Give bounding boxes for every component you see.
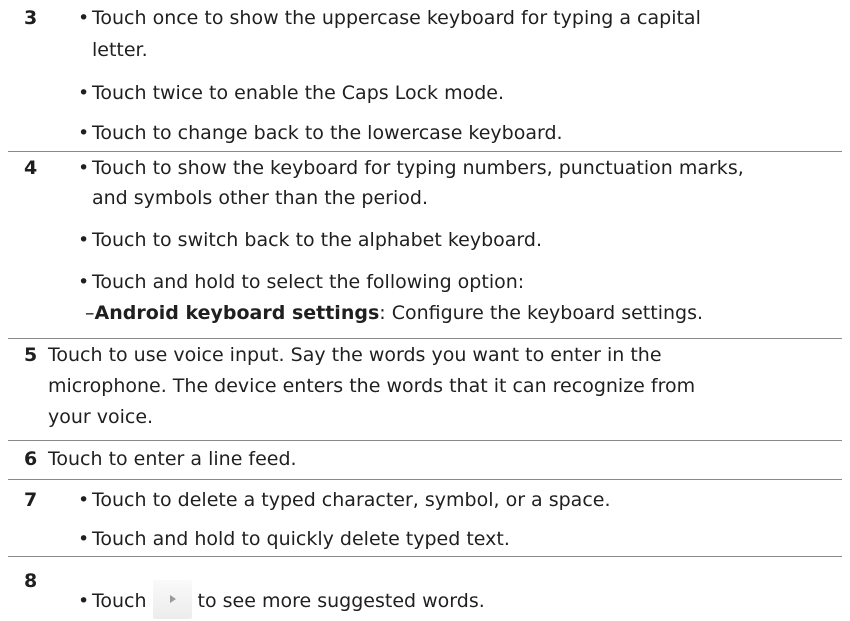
bullet-glyph: • (78, 271, 90, 293)
table-row-5: 5 Touch to use voice input. Say the word… (8, 340, 842, 441)
bullet-glyph: • (78, 489, 90, 511)
bullet-glyph: • (78, 157, 90, 179)
bullet-glyph: • (78, 528, 90, 550)
play-arrow-icon (152, 580, 192, 619)
text-line: Touch to enter a line feed. (48, 448, 297, 470)
line-text: Touch to change back to the lowercase ke… (92, 122, 563, 144)
table-row-4: 4 • Touch to show the keyboard for typing… (8, 153, 842, 339)
bullet-glyph: • (78, 7, 90, 29)
line-text: Touch to show the keyboard for typing nu… (92, 157, 744, 179)
bullet-line: • Touch once to show the uppercase keyboa… (78, 3, 834, 34)
bullet-glyph: • (78, 82, 90, 104)
line-text: Touch and hold to quickly delete typed t… (92, 528, 510, 550)
line-text: Touch to switch back to the alphabet key… (92, 229, 542, 251)
bullet-line: • Touch and hold to quickly delete typed … (78, 524, 834, 555)
sub-option-line: –Android keyboard settings: Configure th… (78, 298, 834, 329)
dash-glyph: – (85, 302, 95, 324)
bullet-line: • Touch to change back to the lowercase k… (78, 118, 834, 149)
bullet-line: • Touch twice to enable the Caps Lock mod… (78, 78, 834, 109)
bullet-glyph: • (78, 229, 90, 251)
row-number: 4 (24, 157, 38, 179)
row-number: 6 (24, 448, 38, 470)
line-text: Touch and hold to select the following o… (92, 271, 525, 293)
text-line: Touch to use voice input. Say the words … (48, 344, 662, 366)
bullet-line: • Touch and hold to select the following … (78, 267, 834, 298)
bullet-glyph: • (78, 122, 90, 144)
table-row-7: 7 • Touch to delete a typed character, sy… (8, 481, 842, 557)
bullet-line: • Touch to switch back to the alphabet ke… (78, 225, 834, 256)
line-text: Touch once to show the uppercase keyboar… (92, 7, 701, 29)
text-line: your voice. (48, 406, 154, 428)
option-label: Android keyboard settings (94, 302, 380, 324)
line-text: Touch (92, 590, 147, 612)
line-text: to see more suggested words. (197, 590, 485, 612)
row-number: 8 (24, 570, 38, 592)
bullet-line: • Touch to show the keyboard for typing n… (78, 153, 834, 184)
bullet-line: • Touch to see more suggested words. (78, 580, 834, 621)
row-number: 7 (24, 489, 38, 511)
row-number: 3 (24, 7, 38, 29)
bullet-glyph: • (78, 590, 90, 612)
document-page: 3 • Touch once to show the uppercase keyb… (0, 0, 850, 621)
line-text: Touch twice to enable the Caps Lock mode… (92, 82, 504, 104)
continuation-line: and symbols other than the period. (92, 187, 428, 209)
table-row-8: 8 • Touch to see more suggested words. (8, 558, 842, 621)
continuation-line: letter. (92, 39, 148, 61)
line-text: Touch to delete a typed character, symbo… (92, 489, 611, 511)
option-text: : Configure the keyboard settings. (379, 302, 704, 324)
text-line: microphone. The device enters the words … (48, 375, 696, 397)
row-number: 5 (24, 344, 38, 366)
bullet-line: • Touch to delete a typed character, symb… (78, 485, 834, 516)
table-row-6: 6 Touch to enter a line feed. (8, 442, 842, 480)
table-row-3: 3 • Touch once to show the uppercase keyb… (8, 3, 842, 152)
